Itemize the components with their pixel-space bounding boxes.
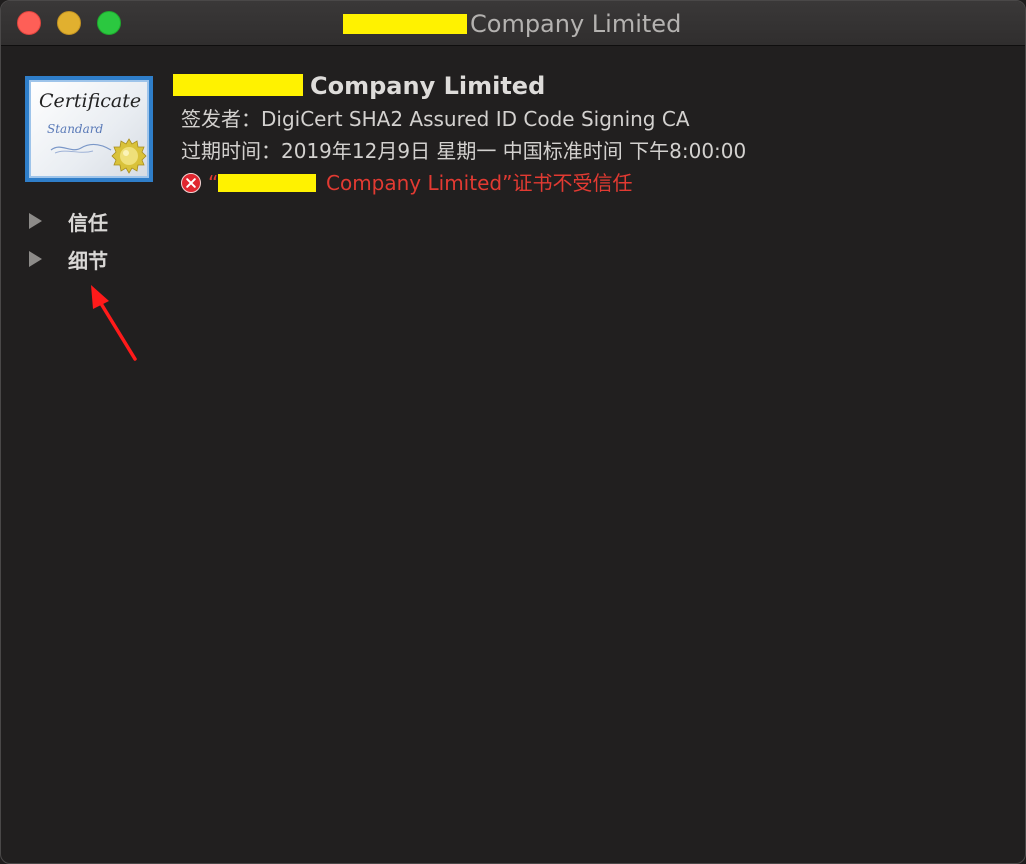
zoom-button[interactable] [97, 11, 121, 35]
trust-disclosure[interactable]: 信任 [29, 207, 108, 235]
seal-icon [111, 138, 147, 174]
certificate-icon: Certificate Standard [25, 76, 153, 182]
certificate-icon-subtitle: Standard [47, 122, 104, 136]
minimize-button[interactable] [57, 11, 81, 35]
error-icon [181, 173, 201, 193]
title-redaction [343, 14, 467, 34]
warning-text: Company Limited”证书不受信任 [326, 171, 633, 195]
warning-redaction [218, 174, 316, 192]
trust-label: 信任 [68, 210, 108, 235]
details-disclosure[interactable]: 细节 [29, 245, 108, 273]
disclosure-triangle-icon[interactable] [29, 213, 42, 229]
details-label: 细节 [68, 248, 108, 273]
title-bar[interactable]: Company Limited [1, 1, 1025, 46]
flourish-icon [50, 143, 112, 154]
warning-open-quote: “ [208, 171, 219, 195]
red-arrow-annotation [91, 285, 137, 361]
certificate-name: Company Limited [310, 72, 546, 100]
name-redaction [173, 74, 303, 96]
certificate-window: Company Limited Certificate Standard 信任 … [0, 0, 1026, 864]
issuer-line: 签发者：DigiCert SHA2 Assured ID Code Signin… [181, 107, 690, 131]
window-title: Company Limited [470, 10, 682, 38]
certificate-icon-script: Certificate [39, 90, 142, 112]
expiry-line: 过期时间：2019年12月9日 星期一 中国标准时间 下午8:00:00 [181, 139, 747, 163]
disclosure-triangle-icon[interactable] [29, 251, 42, 267]
close-button[interactable] [17, 11, 41, 35]
